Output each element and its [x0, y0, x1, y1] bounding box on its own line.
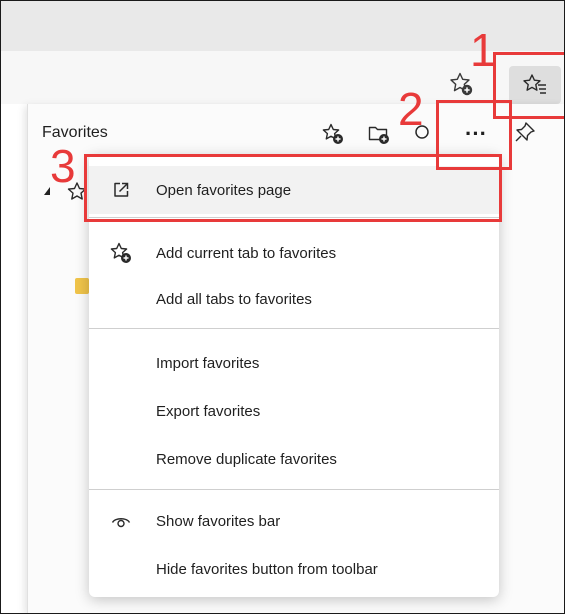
menu-item-label: Export favorites — [156, 402, 261, 420]
folder-icon — [75, 278, 89, 294]
annotation-number-3: 3 — [50, 140, 76, 192]
menu-item-remove-duplicates[interactable]: Remove duplicate favorites — [89, 435, 499, 483]
menu-separator — [89, 328, 499, 329]
browser-window: Favorites ··· Open favorites page Add cu… — [0, 0, 565, 614]
menu-item-label: Remove duplicate favorites — [156, 450, 337, 468]
star-add-icon — [109, 241, 133, 265]
menu-item-label: Add all tabs to favorites — [156, 290, 312, 308]
menu-separator — [89, 489, 499, 490]
pin-icon[interactable] — [512, 119, 538, 145]
menu-item-label: Show favorites bar — [156, 512, 281, 530]
menu-item-export-favorites[interactable]: Export favorites — [89, 387, 499, 435]
menu-item-show-favorites-bar[interactable]: Show favorites bar — [89, 497, 499, 545]
menu-item-add-all-tabs[interactable]: Add all tabs to favorites — [89, 275, 499, 323]
menu-item-label: Import favorites — [156, 354, 260, 372]
menu-item-add-current-tab[interactable]: Add current tab to favorites — [89, 229, 499, 277]
menu-item-label: Add current tab to favorites — [156, 244, 337, 262]
eye-icon — [109, 509, 133, 533]
annotation-box-step-3 — [84, 154, 502, 222]
menu-item-import-favorites[interactable]: Import favorites — [89, 339, 499, 387]
menu-item-hide-favorites-button[interactable]: Hide favorites button from toolbar — [89, 545, 499, 593]
menu-item-label: Hide favorites button from toolbar — [156, 560, 378, 578]
add-folder-icon[interactable] — [366, 121, 392, 147]
add-favorite-icon[interactable] — [320, 121, 346, 147]
annotation-number-2: 2 — [398, 83, 424, 135]
annotation-number-1: 1 — [470, 24, 496, 76]
